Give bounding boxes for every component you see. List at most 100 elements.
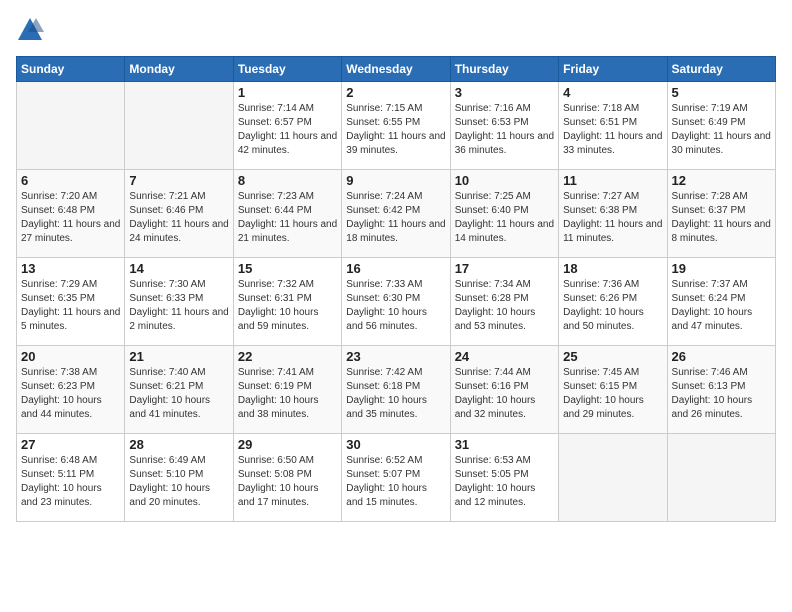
- day-number: 17: [455, 261, 554, 276]
- day-number: 9: [346, 173, 445, 188]
- day-info: Sunrise: 7:33 AM Sunset: 6:30 PM Dayligh…: [346, 278, 445, 334]
- day-info: Sunrise: 7:23 AM Sunset: 6:44 PM Dayligh…: [238, 190, 337, 246]
- calendar-cell: 6Sunrise: 7:20 AM Sunset: 6:48 PM Daylig…: [17, 170, 125, 258]
- week-row-4: 20 Sunrise: 7:38 AM Sunset: 6:23 PM Dayli…: [17, 346, 776, 434]
- day-number: 25: [563, 349, 662, 364]
- day-info: Sunrise: 7:30 AM Sunset: 6:33 PM Dayligh…: [129, 278, 228, 334]
- day-number: 2: [346, 85, 445, 100]
- day-number: 19: [672, 261, 771, 276]
- calendar-cell: 25 Sunrise: 7:45 AM Sunset: 6:15 PM Dayli…: [559, 346, 667, 434]
- day-info: Sunrise: 7:36 AM Sunset: 6:26 PM Dayligh…: [563, 278, 662, 334]
- header-tuesday: Tuesday: [233, 57, 341, 82]
- calendar-cell: [559, 434, 667, 522]
- day-info: Sunrise: 7:14 AM Sunset: 6:57 PM Dayligh…: [238, 102, 337, 158]
- day-info: Sunrise: 6:50 AM Sunset: 5:08 PM Dayligh…: [238, 454, 337, 510]
- day-info: Sunrise: 7:18 AM Sunset: 6:51 PM Dayligh…: [563, 102, 662, 158]
- day-number: 5: [672, 85, 771, 100]
- day-number: 22: [238, 349, 337, 364]
- logo: [16, 16, 48, 44]
- calendar-cell: 15 Sunrise: 7:32 AM Sunset: 6:31 PM Dayli…: [233, 258, 341, 346]
- day-info: Sunrise: 7:29 AM Sunset: 6:35 PM Dayligh…: [21, 278, 120, 334]
- day-number: 8: [238, 173, 337, 188]
- day-number: 28: [129, 437, 228, 452]
- day-info: Sunrise: 7:28 AM Sunset: 6:37 PM Dayligh…: [672, 190, 771, 246]
- day-number: 10: [455, 173, 554, 188]
- calendar-cell: 3 Sunrise: 7:16 AM Sunset: 6:53 PM Daylig…: [450, 82, 558, 170]
- day-number: 7: [129, 173, 228, 188]
- day-info: Sunrise: 6:52 AM Sunset: 5:07 PM Dayligh…: [346, 454, 445, 510]
- day-info: Sunrise: 7:21 AM Sunset: 6:46 PM Dayligh…: [129, 190, 228, 246]
- header-saturday: Saturday: [667, 57, 775, 82]
- day-info: Sunrise: 7:42 AM Sunset: 6:18 PM Dayligh…: [346, 366, 445, 422]
- day-info: Sunrise: 7:24 AM Sunset: 6:42 PM Dayligh…: [346, 190, 445, 246]
- header-wednesday: Wednesday: [342, 57, 450, 82]
- day-info: Sunrise: 7:19 AM Sunset: 6:49 PM Dayligh…: [672, 102, 771, 158]
- calendar-cell: 12Sunrise: 7:28 AM Sunset: 6:37 PM Dayli…: [667, 170, 775, 258]
- day-info: Sunrise: 7:37 AM Sunset: 6:24 PM Dayligh…: [672, 278, 771, 334]
- day-info: Sunrise: 7:40 AM Sunset: 6:21 PM Dayligh…: [129, 366, 228, 422]
- day-number: 26: [672, 349, 771, 364]
- day-number: 11: [563, 173, 662, 188]
- calendar-cell: 27 Sunrise: 6:48 AM Sunset: 5:11 PM Dayli…: [17, 434, 125, 522]
- calendar-cell: 4 Sunrise: 7:18 AM Sunset: 6:51 PM Daylig…: [559, 82, 667, 170]
- calendar-cell: 30 Sunrise: 6:52 AM Sunset: 5:07 PM Dayli…: [342, 434, 450, 522]
- calendar-cell: 31 Sunrise: 6:53 AM Sunset: 5:05 PM Dayli…: [450, 434, 558, 522]
- header-thursday: Thursday: [450, 57, 558, 82]
- day-info: Sunrise: 7:27 AM Sunset: 6:38 PM Dayligh…: [563, 190, 662, 246]
- day-info: Sunrise: 6:53 AM Sunset: 5:05 PM Dayligh…: [455, 454, 554, 510]
- day-info: Sunrise: 7:44 AM Sunset: 6:16 PM Dayligh…: [455, 366, 554, 422]
- week-row-1: 1 Sunrise: 7:14 AM Sunset: 6:57 PM Daylig…: [17, 82, 776, 170]
- calendar-cell: 21 Sunrise: 7:40 AM Sunset: 6:21 PM Dayli…: [125, 346, 233, 434]
- day-info: Sunrise: 7:38 AM Sunset: 6:23 PM Dayligh…: [21, 366, 120, 422]
- header: [16, 16, 776, 44]
- calendar-cell: 9 Sunrise: 7:24 AM Sunset: 6:42 PM Daylig…: [342, 170, 450, 258]
- day-number: 15: [238, 261, 337, 276]
- day-info: Sunrise: 7:32 AM Sunset: 6:31 PM Dayligh…: [238, 278, 337, 334]
- day-number: 1: [238, 85, 337, 100]
- calendar-cell: 19 Sunrise: 7:37 AM Sunset: 6:24 PM Dayli…: [667, 258, 775, 346]
- calendar-cell: 18 Sunrise: 7:36 AM Sunset: 6:26 PM Dayli…: [559, 258, 667, 346]
- day-info: Sunrise: 7:41 AM Sunset: 6:19 PM Dayligh…: [238, 366, 337, 422]
- calendar-cell: 7 Sunrise: 7:21 AM Sunset: 6:46 PM Daylig…: [125, 170, 233, 258]
- day-info: Sunrise: 6:49 AM Sunset: 5:10 PM Dayligh…: [129, 454, 228, 510]
- day-number: 24: [455, 349, 554, 364]
- day-number: 21: [129, 349, 228, 364]
- header-monday: Monday: [125, 57, 233, 82]
- day-number: 4: [563, 85, 662, 100]
- calendar-cell: 29 Sunrise: 6:50 AM Sunset: 5:08 PM Dayli…: [233, 434, 341, 522]
- week-row-5: 27 Sunrise: 6:48 AM Sunset: 5:11 PM Dayli…: [17, 434, 776, 522]
- calendar-cell: 23Sunrise: 7:42 AM Sunset: 6:18 PM Dayli…: [342, 346, 450, 434]
- day-number: 3: [455, 85, 554, 100]
- day-number: 18: [563, 261, 662, 276]
- day-number: 20: [21, 349, 120, 364]
- calendar-table: SundayMondayTuesdayWednesdayThursdayFrid…: [16, 56, 776, 522]
- calendar-cell: 5 Sunrise: 7:19 AM Sunset: 6:49 PM Daylig…: [667, 82, 775, 170]
- week-row-2: 6Sunrise: 7:20 AM Sunset: 6:48 PM Daylig…: [17, 170, 776, 258]
- day-info: Sunrise: 7:34 AM Sunset: 6:28 PM Dayligh…: [455, 278, 554, 334]
- day-number: 29: [238, 437, 337, 452]
- calendar-header-row: SundayMondayTuesdayWednesdayThursdayFrid…: [17, 57, 776, 82]
- week-row-3: 13 Sunrise: 7:29 AM Sunset: 6:35 PM Dayli…: [17, 258, 776, 346]
- calendar-cell: [125, 82, 233, 170]
- day-number: 16: [346, 261, 445, 276]
- calendar-cell: 20 Sunrise: 7:38 AM Sunset: 6:23 PM Dayli…: [17, 346, 125, 434]
- day-info: Sunrise: 6:48 AM Sunset: 5:11 PM Dayligh…: [21, 454, 120, 510]
- calendar-cell: 11 Sunrise: 7:27 AM Sunset: 6:38 PM Dayli…: [559, 170, 667, 258]
- calendar-cell: 8 Sunrise: 7:23 AM Sunset: 6:44 PM Daylig…: [233, 170, 341, 258]
- day-number: 30: [346, 437, 445, 452]
- day-number: 27: [21, 437, 120, 452]
- day-info: Sunrise: 7:25 AM Sunset: 6:40 PM Dayligh…: [455, 190, 554, 246]
- day-info: Sunrise: 7:45 AM Sunset: 6:15 PM Dayligh…: [563, 366, 662, 422]
- calendar-cell: 13 Sunrise: 7:29 AM Sunset: 6:35 PM Dayli…: [17, 258, 125, 346]
- day-info: Sunrise: 7:20 AM Sunset: 6:48 PM Dayligh…: [21, 190, 120, 246]
- day-info: Sunrise: 7:16 AM Sunset: 6:53 PM Dayligh…: [455, 102, 554, 158]
- day-number: 14: [129, 261, 228, 276]
- header-sunday: Sunday: [17, 57, 125, 82]
- calendar-cell: 28 Sunrise: 6:49 AM Sunset: 5:10 PM Dayli…: [125, 434, 233, 522]
- day-info: Sunrise: 7:46 AM Sunset: 6:13 PM Dayligh…: [672, 366, 771, 422]
- day-number: 31: [455, 437, 554, 452]
- day-number: 13: [21, 261, 120, 276]
- calendar-cell: 16 Sunrise: 7:33 AM Sunset: 6:30 PM Dayli…: [342, 258, 450, 346]
- day-info: Sunrise: 7:15 AM Sunset: 6:55 PM Dayligh…: [346, 102, 445, 158]
- header-friday: Friday: [559, 57, 667, 82]
